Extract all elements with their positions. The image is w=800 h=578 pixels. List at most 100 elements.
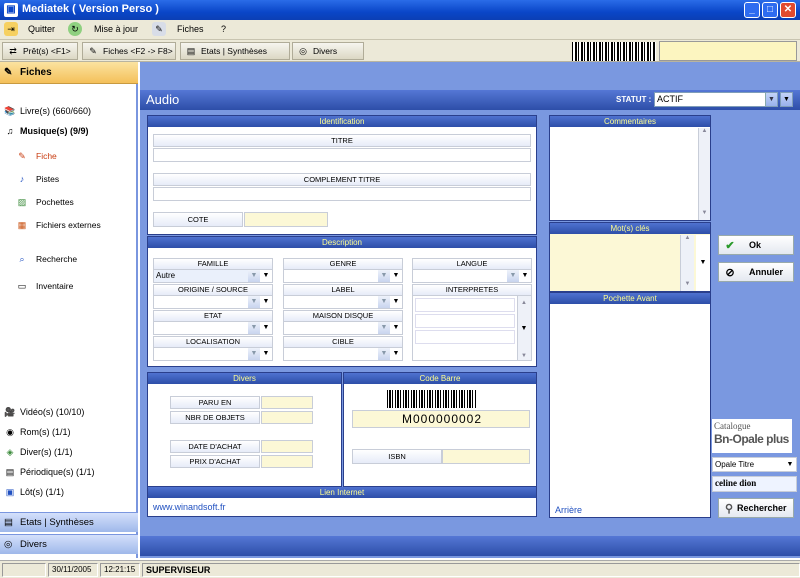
window-title: Mediatek ( Version Perso ) [22,3,159,15]
sidebar-sub-inventory[interactable]: ▭ Inventaire [16,279,74,293]
menu-update[interactable]: Mise à jour [94,24,138,34]
catalogue-query[interactable]: celine dion [712,476,797,492]
genre-select[interactable]: ▼ ▼ [283,269,403,283]
chevron-down-icon[interactable]: ▼ [784,458,796,471]
chevron-down-icon[interactable]: ▼ [519,270,531,282]
statut-label: STATUT : [616,95,652,104]
chevron-down-icon[interactable]: ▼ [248,348,260,360]
chevron-down-icon[interactable]: ▼ [390,270,402,282]
maison-select[interactable]: ▼ ▼ [283,321,403,335]
status-user: SUPERVISEUR [142,563,800,577]
tab-misc[interactable]: ◎Divers <F10> [292,42,364,72]
scroll-down-icon[interactable]: ▼ [681,281,694,287]
date-achat-field[interactable] [261,440,313,453]
minimize-button[interactable]: _ [744,2,760,18]
cote-field[interactable] [244,212,328,227]
scroll-up-icon[interactable]: ▲ [681,235,694,241]
motscles-scrollbar[interactable]: ▲ ▼ [680,235,694,291]
chevron-down-icon[interactable]: ▼ [765,93,777,106]
famille-select[interactable]: Autre ▼ ▼ [153,269,273,283]
motscles-dropdown[interactable]: ▼ [696,235,710,291]
sidebar-sub-pochettes[interactable]: ▨ Pochettes [16,195,74,209]
origine-select[interactable]: ▼ ▼ [153,295,273,309]
prix-achat-field[interactable] [261,455,313,468]
sidebar-sub-search[interactable]: ⌕ Recherche [16,252,77,266]
chevron-down-icon[interactable]: ▼ [390,296,402,308]
sidebar-item-lot[interactable]: ▣ Lôt(s) (1/1) [4,485,64,499]
record-icon: ✎ [18,151,26,161]
search-icon: ⌕ [19,254,25,264]
codebarre-header: Code Barre [344,373,536,384]
langue-select[interactable]: ▼ ▼ [412,269,532,283]
close-button[interactable]: ✕ [780,2,796,18]
chevron-down-icon[interactable]: ▼ [378,270,390,282]
exit-icon[interactable]: ⇥ [4,22,18,36]
statut-select[interactable]: ACTIF ▼ [654,92,778,107]
tab-loans[interactable]: ⇄ Prêt(s) <F1> [2,42,78,60]
commentaires-scrollbar[interactable]: ▲ ▼ [698,128,710,220]
codebarre-value[interactable]: M000000002 [352,410,530,428]
etat-select[interactable]: ▼ ▼ [153,321,273,335]
sidebar-item-video[interactable]: 🎥 Vidéo(s) (10/10) [4,405,84,419]
localisation-select[interactable]: ▼ ▼ [153,347,273,361]
chevron-down-icon[interactable]: ▼ [378,348,390,360]
maximize-button[interactable]: □ [762,2,778,18]
interpretes-list[interactable]: ▲ ▼ ▼ [412,295,532,361]
menu-help[interactable]: ? [221,24,226,34]
isbn-field[interactable] [442,449,530,464]
website-link[interactable]: www.winandsoft.fr [153,502,226,512]
statut-extra-button[interactable]: ▼ [780,92,793,107]
sidebar-section-misc[interactable]: ◎ Divers [0,534,138,554]
scroll-up-icon[interactable]: ▲ [518,297,530,309]
scroll-down-icon[interactable]: ▼ [699,210,710,216]
label-select[interactable]: ▼ ▼ [283,295,403,309]
sidebar-item-periodical[interactable]: ▤ Périodique(s) (1/1) [4,465,95,479]
scroll-up-icon[interactable]: ▲ [699,128,710,134]
chevron-down-icon[interactable]: ▼ [378,322,390,334]
files-menu-icon[interactable]: ✎ [152,22,166,36]
chevron-down-icon[interactable]: ▼ [260,296,272,308]
cancel-button[interactable]: ⊘ Annuler [718,262,794,282]
chevron-down-icon[interactable]: ▼ [248,270,260,282]
update-icon[interactable]: ↻ [68,22,82,36]
chevron-down-icon[interactable]: ▼ [390,322,402,334]
sidebar-sub-external[interactable]: ▦ Fichiers externes [16,218,101,232]
isbn-label: ISBN [352,449,442,464]
cible-select[interactable]: ▼ ▼ [283,347,403,361]
complement-field[interactable] [153,187,531,201]
pochette-back-link[interactable]: Arrière [555,505,582,515]
catalogue-select[interactable]: Opale Titre ▼ [712,457,797,472]
menu-quit[interactable]: Quitter [28,24,55,34]
sidebar-item-rom[interactable]: ◉ Rom(s) (1/1) [4,425,70,439]
search-button[interactable]: ⚲ Rechercher [718,498,794,518]
chevron-down-icon[interactable]: ▼ [390,348,402,360]
sidebar-item-books[interactable]: 📚 Livre(s) (660/660) [4,104,91,118]
sidebar-section-reports[interactable]: ▤ Etats | Synthèses [0,512,138,532]
sidebar-sub-fiche[interactable]: ✎ Fiche [16,149,57,163]
tab-reports[interactable]: ▤Etats | Synthèses <F9> [180,42,290,72]
music-icon: ♫ [6,126,14,136]
sidebar-item-misc[interactable]: ◈ Diver(s) (1/1) [4,445,73,459]
misc-icon: ◈ [6,447,14,457]
barcode-input[interactable] [659,41,797,61]
sidebar-header-fiches[interactable]: ✎ Fiches [0,62,138,84]
interpretes-scrollbar[interactable]: ▲ ▼ ▼ [517,296,531,360]
titre-field[interactable] [153,148,531,162]
ok-button[interactable]: ✔ Ok [718,235,794,255]
chevron-down-icon[interactable]: ▼ [260,270,272,282]
menu-files[interactable]: Fiches [177,24,204,34]
scroll-down-icon[interactable]: ▼ [518,350,530,362]
chevron-down-icon[interactable]: ▼ [518,323,530,335]
chevron-down-icon[interactable]: ▼ [260,322,272,334]
nbr-field[interactable] [261,411,313,424]
tab-files[interactable]: ✎ Fiches <F2 -> F8> [82,42,176,60]
chevron-down-icon[interactable]: ▼ [248,296,260,308]
chevron-down-icon[interactable]: ▼ [248,322,260,334]
search-icon: ⚲ [724,503,734,515]
sidebar-sub-pistes[interactable]: ♪ Pistes [16,172,59,186]
sidebar-item-music[interactable]: ♫ Musique(s) (9/9) [4,124,89,138]
chevron-down-icon[interactable]: ▼ [507,270,519,282]
paru-field[interactable] [261,396,313,409]
chevron-down-icon[interactable]: ▼ [378,296,390,308]
chevron-down-icon[interactable]: ▼ [260,348,272,360]
